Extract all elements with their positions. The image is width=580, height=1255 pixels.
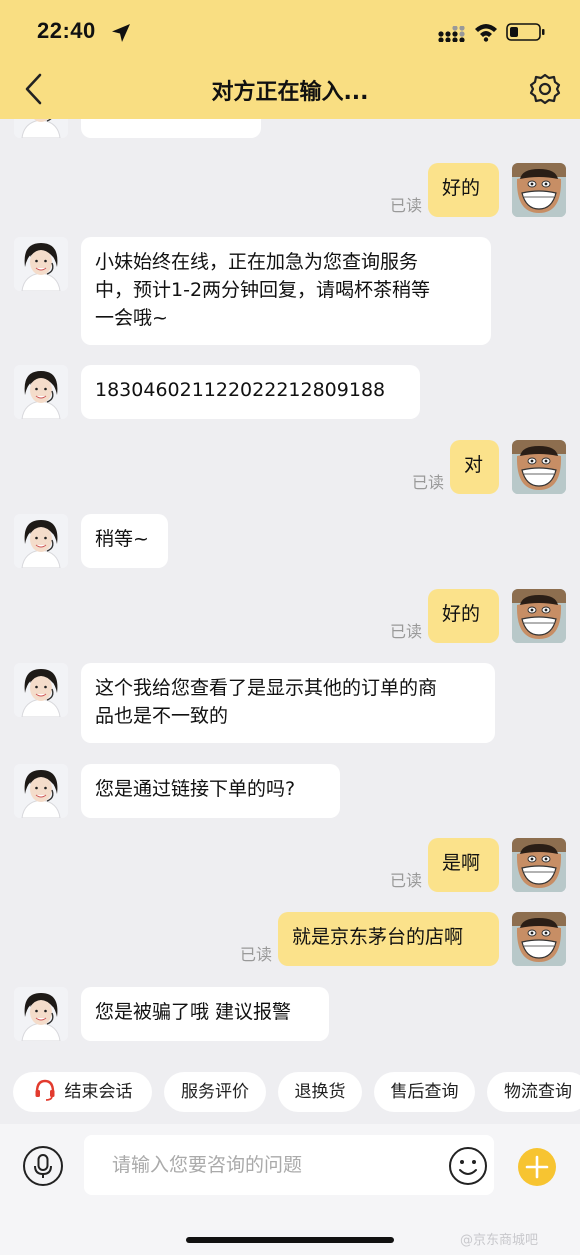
message-bubble[interactable]: 稍等 我查一下 — [81, 119, 261, 138]
logistics-chip[interactable]: 物流查询 — [487, 1072, 580, 1112]
chip-label: 结束会话 — [64, 1082, 133, 1102]
agent-avatar — [14, 237, 68, 291]
message-bubble[interactable]: 这个我给您查看了是显示其他的订单的商 品也是不一致的 — [81, 663, 495, 743]
microphone-icon — [23, 1146, 63, 1186]
rate-service-chip[interactable]: 服务评价 — [164, 1072, 266, 1112]
agent-avatar — [14, 365, 68, 419]
agent-avatar — [14, 514, 68, 568]
agent-avatar — [14, 663, 68, 717]
read-receipt: 已读 — [390, 622, 423, 641]
top-header: 22:40 对方正在输入... — [0, 0, 580, 119]
chat-title: 对方正在输入... — [211, 80, 369, 105]
message-bubble[interactable]: 您是被骗了哦 建议报警 — [81, 987, 329, 1041]
end-session-chip[interactable]: 结束会话 — [13, 1072, 152, 1112]
emoji-button[interactable] — [448, 1146, 488, 1186]
home-indicator — [186, 1237, 394, 1243]
smiley-icon — [449, 1147, 487, 1185]
message-bubble[interactable]: 小妹始终在线，正在加急为您查询服务 中，预计1-2两分钟回复，请喝杯茶稍等 一会… — [81, 237, 491, 345]
agent-avatar — [14, 119, 68, 138]
gear-icon — [529, 73, 561, 105]
after-sales-chip[interactable]: 售后查询 — [374, 1072, 475, 1112]
read-receipt: 已读 — [412, 473, 445, 492]
message-bubble[interactable]: 就是京东茅台的店啊 — [278, 912, 499, 966]
location-arrow-icon — [112, 24, 130, 42]
user-avatar — [512, 440, 566, 494]
message-bubble[interactable]: 是啊 — [428, 838, 499, 892]
message-bubble[interactable]: 183046021122022212809188 — [81, 365, 420, 419]
message-bubble[interactable]: 稍等~ — [81, 514, 168, 568]
battery-icon — [506, 23, 545, 41]
user-avatar — [512, 589, 566, 643]
wifi-icon — [475, 24, 497, 42]
quick-reply-bar: 结束会话 服务评价 退换货 售后查询 物流查询 — [0, 1072, 580, 1112]
user-avatar — [512, 838, 566, 892]
message-bubble[interactable]: 您是通过链接下单的吗? — [81, 764, 340, 818]
headset-icon — [35, 1079, 54, 1101]
add-attachment-button[interactable] — [517, 1147, 557, 1187]
return-exchange-chip[interactable]: 退换货 — [278, 1072, 362, 1112]
agent-avatar — [14, 764, 68, 818]
message-bubble[interactable]: 好的 — [428, 163, 499, 217]
voice-button[interactable] — [22, 1145, 64, 1187]
read-receipt: 已读 — [390, 196, 423, 215]
status-time: 22:40 — [37, 18, 96, 43]
message-bubble[interactable]: 对 — [450, 440, 499, 494]
message-input[interactable]: 请输入您要咨询的问题 — [84, 1135, 494, 1195]
message-bubble[interactable]: 好的 — [428, 589, 499, 643]
user-avatar — [512, 912, 566, 966]
settings-button[interactable] — [528, 72, 562, 106]
cellular-signal-icon — [438, 26, 465, 42]
chat-message-list[interactable]: 稍等 我查一下 已读 好的 小妹始终在线，正在加急为您查询服务 中，预计1-2两… — [0, 119, 580, 1122]
watermark: @京东商城吧 — [460, 1233, 539, 1248]
read-receipt: 已读 — [240, 945, 273, 964]
user-avatar — [512, 163, 566, 217]
agent-avatar — [14, 987, 68, 1041]
plus-icon — [518, 1148, 556, 1186]
read-receipt: 已读 — [390, 871, 423, 890]
